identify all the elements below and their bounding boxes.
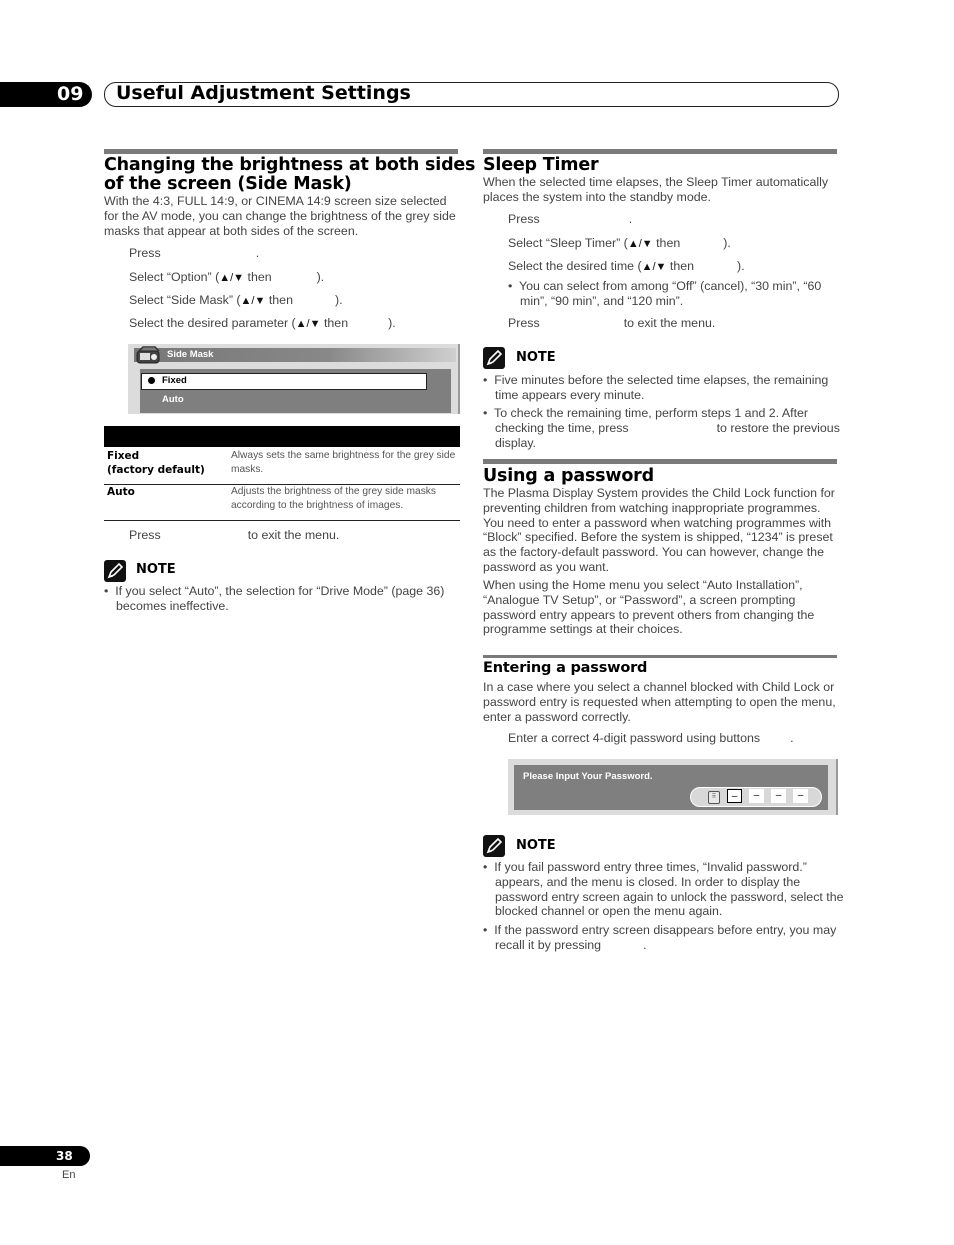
table-header xyxy=(104,426,460,447)
subsection-title: Entering a password xyxy=(483,660,648,676)
table-row-value: Adjusts the brightness of the grey side … xyxy=(231,486,436,511)
note-label: NOTE xyxy=(136,562,176,577)
key-line: (factory default) xyxy=(107,464,205,476)
table-divider xyxy=(104,520,460,521)
step-text: then xyxy=(268,293,293,307)
osd-header-label: Side Mask xyxy=(167,349,214,360)
tv-menu-icon xyxy=(135,346,163,366)
up-down-arrow-icon: ▲/▼ xyxy=(240,295,266,307)
step-text: Press xyxy=(508,316,540,330)
note-pencil-icon xyxy=(104,560,126,582)
osd-option-fixed-label: Fixed xyxy=(162,375,187,386)
step-text: then xyxy=(669,259,695,273)
bullet-text: You can select from among “Off” (cancel)… xyxy=(519,279,822,308)
section-intro-2: When using the Home menu you select “Aut… xyxy=(483,578,815,637)
note-text: If you select “Auto”, the selection for … xyxy=(115,584,445,613)
note-bullet: • Five minutes before the selected time … xyxy=(483,373,829,402)
up-down-arrow-icon: ▲/▼ xyxy=(641,261,667,273)
step-text: ). xyxy=(388,316,396,330)
note-bullet: • If you fail password entry three times… xyxy=(483,860,844,919)
step-text: . xyxy=(628,212,633,226)
step-text: then xyxy=(656,236,681,250)
note-text: If the password entry screen disappears … xyxy=(494,923,837,952)
password-prompt: Please Input Your Password. xyxy=(523,771,653,782)
step-text: ). xyxy=(723,236,731,250)
step-text: Press xyxy=(508,212,540,226)
key-line: Fixed xyxy=(107,450,140,462)
subsection-divider xyxy=(483,655,837,658)
step-3: Select the desired time (▲/▼ then). xyxy=(508,259,745,275)
section-divider xyxy=(483,149,837,154)
step-text: Select “Sleep Timer” ( xyxy=(508,236,628,250)
step-text: Press xyxy=(129,246,161,260)
note-pencil-icon xyxy=(483,347,505,369)
step-text: then xyxy=(247,270,272,284)
step-4: Press to exit the menu. xyxy=(508,316,715,331)
password-digit-1[interactable]: – xyxy=(727,789,742,803)
note-pencil-icon xyxy=(483,835,505,857)
table-row-value: Always sets the same brightness for the … xyxy=(231,450,456,475)
note-label: NOTE xyxy=(516,350,556,365)
step-text: then xyxy=(323,316,349,330)
step-text: Select the desired parameter ( xyxy=(129,316,296,330)
section-intro: With the 4:3, FULL 14:9, or CINEMA 14:9 … xyxy=(104,194,456,238)
step-text: to exit the menu. xyxy=(623,316,716,330)
step-text: Select “Side Mask” ( xyxy=(129,293,241,307)
note-text: If you fail password entry three times, … xyxy=(494,860,844,919)
step-1: Press. xyxy=(508,212,632,227)
chapter-number: 09 xyxy=(57,83,84,105)
up-down-arrow-icon: ▲/▼ xyxy=(295,318,321,330)
step-2: Select “Sleep Timer” (▲/▼ then). xyxy=(508,236,731,252)
note-label: NOTE xyxy=(516,838,556,853)
step-text: Enter a correct 4-digit password using b… xyxy=(508,731,761,745)
note-bullet: • To check the remaining time, perform s… xyxy=(483,406,840,450)
password-digit-3[interactable]: – xyxy=(771,789,786,803)
step-text: ). xyxy=(737,259,745,273)
section-intro: The Plasma Display System provides the C… xyxy=(483,486,835,574)
section-title: Using a password xyxy=(483,466,654,486)
step-2: Select “Option” (▲/▼ then). xyxy=(129,270,324,286)
language-code: En xyxy=(62,1169,76,1181)
step-3: Select “Side Mask” (▲/▼ then). xyxy=(129,293,343,309)
osd-option-auto[interactable]: Auto xyxy=(162,393,184,407)
step-5: Press to exit the menu. xyxy=(129,528,339,543)
step-text: Press xyxy=(129,528,161,542)
password-digit-4[interactable]: – xyxy=(793,789,808,803)
step-4: Select the desired parameter (▲/▼ then). xyxy=(129,316,396,332)
section-title-line2: of the screen (Side Mask) xyxy=(104,174,352,194)
note-bullet: • If you select “Auto”, the selection fo… xyxy=(104,584,445,613)
section-intro: When the selected time elapses, the Slee… xyxy=(483,175,829,204)
subsection-intro: In a case where you select a channel blo… xyxy=(483,680,836,724)
step-text: Select the desired time ( xyxy=(508,259,642,273)
step-text: Select “Option” ( xyxy=(129,270,220,284)
step-text: ). xyxy=(316,270,325,284)
up-down-arrow-icon: ▲/▼ xyxy=(219,272,245,284)
step-text: to exit the menu. xyxy=(247,528,340,542)
up-down-arrow-icon: ▲/▼ xyxy=(627,238,653,250)
section-title-line1: Changing the brightness at both sides xyxy=(104,155,476,175)
step-1: Press. xyxy=(129,246,259,261)
step-text: . xyxy=(790,731,794,745)
table-row-key: Fixed (factory default) xyxy=(107,449,205,477)
table-row-key: Auto xyxy=(107,486,135,498)
password-digit-2[interactable]: – xyxy=(749,789,764,803)
note-bullet: • If the password entry screen disappear… xyxy=(483,923,837,952)
page-number: 38 xyxy=(56,1149,73,1163)
step-text: ). xyxy=(334,293,343,307)
section-title: Sleep Timer xyxy=(483,155,599,175)
step-1: Enter a correct 4-digit password using b… xyxy=(508,731,794,746)
selected-dot-icon xyxy=(148,377,155,384)
note-text: . xyxy=(643,937,647,952)
step-text: . xyxy=(255,246,260,260)
keypad-icon: ⠿ xyxy=(708,791,720,804)
chapter-title: Useful Adjustment Settings xyxy=(116,82,411,104)
sub-bullet: • You can select from among “Off” (cance… xyxy=(508,279,822,308)
note-text: Five minutes before the selected time el… xyxy=(494,373,829,402)
section-divider xyxy=(483,459,837,464)
section-divider xyxy=(104,149,458,154)
